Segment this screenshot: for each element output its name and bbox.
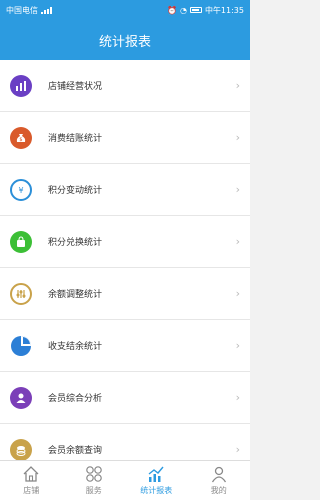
tab-statistics[interactable]: 统计报表 [125,461,188,500]
status-bar: 中国电信 ⏰ ◔ 中午11:35 [0,0,250,20]
adjust-icon [10,282,32,305]
report-list: 店铺经营状况 › $ 消费结账统计 › ¥ 积分变动统计 › 积分兑换统计 › … [0,60,250,460]
home-icon [23,466,39,482]
chevron-right-icon: › [235,339,240,352]
alarm-icon: ⏰ [166,5,177,15]
user-icon [211,466,226,483]
chevron-right-icon: › [235,391,240,404]
menu-item-label: 店铺经营状况 [48,82,103,92]
carrier-label: 中国电信 [6,5,38,15]
menu-item-label: 收支结余统计 [48,342,103,352]
menu-item-label: 积分兑换统计 [48,238,103,248]
money-bag-icon: $ [10,126,32,149]
tab-label: 统计报表 [140,486,173,495]
member-icon [10,386,32,409]
svg-text:¥: ¥ [18,186,23,195]
gift-bag-icon [10,230,32,253]
menu-item-store-status[interactable]: 店铺经营状况 › [0,60,250,112]
page-header: 统计报表 [0,20,250,60]
pie-chart-icon [10,334,32,357]
bar-chart-icon [10,74,32,97]
chevron-right-icon: › [235,131,240,144]
chevron-right-icon: › [235,79,240,92]
trend-chart-icon [148,466,164,482]
menu-item-label: 消费结账统计 [48,134,103,144]
menu-item-consumption-stats[interactable]: $ 消费结账统计 › [0,112,250,164]
menu-item-points-change[interactable]: ¥ 积分变动统计 › [0,164,250,216]
signal-icon [41,6,53,14]
chevron-right-icon: › [235,287,240,300]
menu-item-income-balance[interactable]: 收支结余统计 › [0,320,250,372]
menu-item-label: 积分变动统计 [48,186,103,196]
menu-item-balance-adjust[interactable]: 余额调整统计 › [0,268,250,320]
chevron-right-icon: › [235,183,240,196]
tab-label: 服务 [85,486,102,495]
page-title: 统计报表 [98,34,151,50]
chevron-right-icon: › [235,443,240,456]
svg-text:$: $ [19,137,22,143]
chevron-right-icon: › [235,235,240,248]
menu-item-member-balance[interactable]: 会员余额查询 › [0,424,250,460]
menu-item-member-analysis[interactable]: 会员综合分析 › [0,372,250,424]
menu-item-label: 会员综合分析 [48,394,103,404]
menu-item-label: 会员余额查询 [48,446,103,456]
menu-item-label: 余额调整统计 [48,290,103,300]
exchange-icon: ¥ [10,178,32,201]
tab-store[interactable]: 店铺 [0,461,63,500]
coins-icon [10,438,32,460]
battery-icon [189,7,202,13]
wifi-icon: ◔ [179,5,187,15]
menu-item-points-redeem[interactable]: 积分兑换统计 › [0,216,250,268]
clock-label: 中午11:35 [204,5,244,15]
tab-label: 我的 [210,486,227,495]
tab-service[interactable]: 服务 [63,461,126,500]
tab-mine[interactable]: 我的 [188,461,251,500]
bottom-tab-bar: 店铺 服务 统计报表 我的 [0,460,250,500]
grid-icon [85,466,102,482]
tab-label: 店铺 [23,486,40,495]
